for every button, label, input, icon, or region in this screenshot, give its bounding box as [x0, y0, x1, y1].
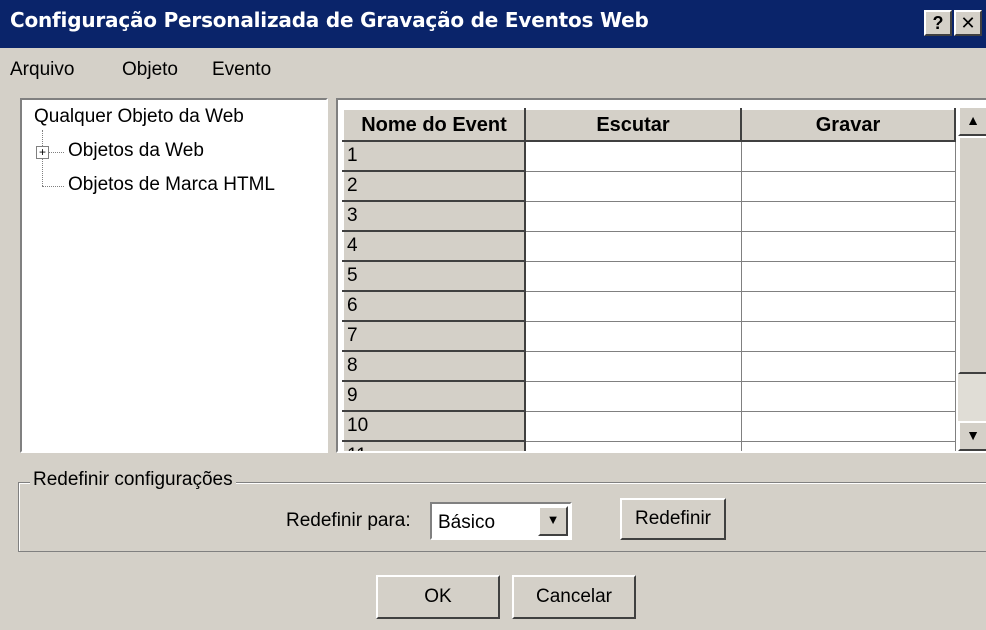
row-event-name-cell[interactable]: 1: [342, 140, 526, 172]
column-header-event-name[interactable]: Nome do Event: [342, 108, 526, 142]
row-listen-cell[interactable]: [524, 380, 742, 412]
cancel-button[interactable]: Cancelar: [512, 575, 636, 619]
window-title: Configuração Personalizada de Gravação d…: [10, 8, 649, 32]
table-row[interactable]: 1: [342, 140, 956, 172]
row-record-cell[interactable]: [740, 290, 956, 322]
tree-item-any-web-object[interactable]: Qualquer Objeto da Web: [34, 106, 244, 128]
row-record-cell[interactable]: [740, 230, 956, 262]
tree-item-html-tag-objects[interactable]: Objetos de Marca HTML: [68, 174, 275, 196]
row-listen-cell[interactable]: [524, 260, 742, 292]
table-row[interactable]: 3: [342, 200, 956, 232]
row-record-cell[interactable]: [740, 140, 956, 172]
row-event-name-cell[interactable]: 11: [342, 440, 526, 451]
scroll-down-icon[interactable]: ▼: [958, 421, 986, 451]
grid-scrollbar[interactable]: ▲ ▼: [958, 106, 986, 451]
row-listen-cell[interactable]: [524, 410, 742, 442]
reset-settings-legend: Redefinir configurações: [30, 469, 236, 491]
help-button[interactable]: ?: [924, 10, 952, 36]
dropdown-arrow-icon[interactable]: ▼: [538, 506, 568, 536]
scroll-up-icon[interactable]: ▲: [958, 106, 986, 136]
scroll-thumb[interactable]: [958, 136, 986, 374]
row-event-name-cell[interactable]: 2: [342, 170, 526, 202]
table-row[interactable]: 9: [342, 380, 956, 412]
row-record-cell[interactable]: [740, 410, 956, 442]
reset-to-selected-value: Básico: [438, 512, 496, 533]
row-record-cell[interactable]: [740, 170, 956, 202]
table-row[interactable]: 4: [342, 230, 956, 262]
table-row[interactable]: 5: [342, 260, 956, 292]
menu-arquivo[interactable]: Arquivo: [10, 59, 74, 81]
row-event-name-cell[interactable]: 10: [342, 410, 526, 442]
tree-item-web-objects[interactable]: Objetos da Web: [68, 140, 204, 162]
table-row[interactable]: 11: [342, 440, 956, 451]
row-event-name-cell[interactable]: 3: [342, 200, 526, 232]
row-event-name-cell[interactable]: 9: [342, 380, 526, 412]
row-listen-cell[interactable]: [524, 170, 742, 202]
row-record-cell[interactable]: [740, 200, 956, 232]
ok-button[interactable]: OK: [376, 575, 500, 619]
column-header-record[interactable]: Gravar: [740, 108, 956, 142]
row-listen-cell[interactable]: [524, 140, 742, 172]
row-event-name-cell[interactable]: 5: [342, 260, 526, 292]
row-record-cell[interactable]: [740, 440, 956, 451]
title-bar[interactable]: Configuração Personalizada de Gravação d…: [0, 0, 986, 48]
row-listen-cell[interactable]: [524, 200, 742, 232]
row-listen-cell[interactable]: [524, 350, 742, 382]
row-event-name-cell[interactable]: 8: [342, 350, 526, 382]
row-listen-cell[interactable]: [524, 290, 742, 322]
table-row[interactable]: 10: [342, 410, 956, 442]
row-event-name-cell[interactable]: 6: [342, 290, 526, 322]
table-row[interactable]: 8: [342, 350, 956, 382]
table-row[interactable]: 6: [342, 290, 956, 322]
reset-to-select[interactable]: Básico ▼: [430, 502, 572, 540]
table-row[interactable]: 2: [342, 170, 956, 202]
row-event-name-cell[interactable]: 4: [342, 230, 526, 262]
menu-objeto[interactable]: Objeto: [122, 59, 178, 81]
row-listen-cell[interactable]: [524, 320, 742, 352]
menu-bar: Arquivo Objeto Evento: [0, 50, 986, 92]
event-table: Nome do Event Escutar Gravar 1 2 3 4 5 6 7 8 9 10…: [342, 108, 956, 451]
event-grid[interactable]: Nome do Event Escutar Gravar 1 2 3 4 5 6 7 8 9 10…: [336, 98, 986, 453]
table-row[interactable]: 7: [342, 320, 956, 352]
reset-to-label: Redefinir para:: [286, 510, 411, 531]
menu-evento[interactable]: Evento: [212, 59, 271, 81]
row-record-cell[interactable]: [740, 380, 956, 412]
close-button[interactable]: ✕: [954, 10, 982, 36]
row-listen-cell[interactable]: [524, 440, 742, 451]
redefine-button[interactable]: Redefinir: [620, 498, 726, 540]
tree-connector: [42, 186, 64, 187]
row-record-cell[interactable]: [740, 260, 956, 292]
object-tree[interactable]: Qualquer Objeto da Web + Objetos da Web …: [20, 98, 328, 453]
expand-plus-icon[interactable]: +: [36, 146, 49, 159]
row-record-cell[interactable]: [740, 320, 956, 352]
row-record-cell[interactable]: [740, 350, 956, 382]
row-event-name-cell[interactable]: 7: [342, 320, 526, 352]
column-header-listen[interactable]: Escutar: [524, 108, 742, 142]
row-listen-cell[interactable]: [524, 230, 742, 262]
